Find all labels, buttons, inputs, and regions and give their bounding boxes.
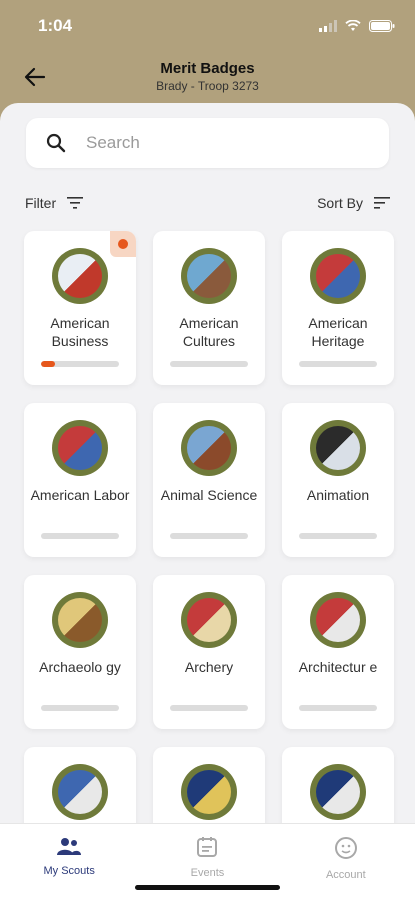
merit-badge-icon	[181, 420, 237, 476]
badge-card[interactable]: Animal Science	[153, 403, 265, 557]
badge-label: American Business	[50, 315, 110, 349]
progress-bar	[41, 361, 119, 367]
badge-card[interactable]: Archaeolo gy	[24, 575, 136, 729]
badge-emblem	[187, 426, 231, 470]
badge-emblem	[58, 426, 102, 470]
page-title: Merit Badges	[160, 60, 255, 77]
badge-card[interactable]: American Labor	[24, 403, 136, 557]
badge-label: Animal Science	[160, 487, 258, 503]
merit-badge-icon	[310, 248, 366, 304]
sort-label: Sort By	[317, 195, 363, 211]
badge-emblem	[58, 770, 102, 814]
merit-badge-icon	[181, 248, 237, 304]
badge-label: American Cultures	[179, 315, 239, 349]
merit-badge-icon	[310, 420, 366, 476]
merit-badge-icon	[181, 592, 237, 648]
progress-bar	[41, 705, 119, 711]
progress-bar	[170, 361, 248, 367]
badge-grid: American Business American Cultures Americ…	[24, 231, 394, 823]
status-dot-icon	[118, 239, 128, 249]
badge-card[interactable]	[153, 747, 265, 823]
progress-bar	[170, 533, 248, 539]
status-time: 1:04	[38, 16, 73, 35]
badge-emblem	[316, 598, 360, 642]
progress-bar	[299, 705, 377, 711]
progress-fill	[41, 361, 56, 367]
badge-card[interactable]: American Cultures	[153, 231, 265, 385]
tab-my-scouts[interactable]: My Scouts	[0, 824, 138, 900]
sort-icon	[374, 197, 390, 209]
badge-label: Archery	[184, 659, 234, 675]
badge-emblem	[316, 254, 360, 298]
merit-badge-icon	[310, 592, 366, 648]
search-input[interactable]	[86, 133, 326, 153]
calendar-icon	[196, 836, 218, 861]
filter-icon	[67, 197, 84, 209]
merit-badge-icon	[52, 592, 108, 648]
badge-emblem	[187, 254, 231, 298]
content-sheet: Filter Sort By American BusinessAmerican…	[0, 103, 415, 823]
badge-emblem	[58, 254, 102, 298]
badge-emblem	[187, 598, 231, 642]
battery-icon	[369, 20, 395, 32]
wifi-icon	[345, 20, 361, 31]
sort-button[interactable]: Sort By	[317, 195, 391, 211]
badge-label: American Labor	[30, 487, 130, 503]
badge-card[interactable]: Archery	[153, 575, 265, 729]
badge-card[interactable]	[24, 747, 136, 823]
badge-card[interactable]: American Heritage	[282, 231, 394, 385]
header-title-group: Merit Badges Brady - Troop 3273	[0, 60, 415, 93]
search-bar[interactable]	[26, 118, 389, 168]
account-icon	[334, 836, 358, 863]
progress-bar	[299, 361, 377, 367]
merit-badge-icon	[52, 764, 108, 820]
search-icon	[46, 133, 66, 153]
badge-card[interactable]: Architectur e	[282, 575, 394, 729]
badge-label: Architectur e	[298, 659, 378, 675]
merit-badge-icon	[52, 248, 108, 304]
badge-card[interactable]: Animation	[282, 403, 394, 557]
home-indicator	[135, 885, 280, 890]
filter-button[interactable]: Filter	[25, 195, 84, 211]
badge-label: Archaeolo gy	[39, 659, 121, 675]
filter-label: Filter	[25, 195, 57, 211]
badge-emblem	[316, 770, 360, 814]
badge-label: American Heritage	[308, 315, 368, 349]
tab-label: Events	[190, 867, 225, 879]
merit-badge-icon	[181, 764, 237, 820]
merit-badge-icon	[310, 764, 366, 820]
badge-emblem	[187, 770, 231, 814]
tab-label: Account	[325, 869, 366, 881]
tab-account[interactable]: Account	[277, 824, 415, 900]
progress-bar	[299, 533, 377, 539]
badge-emblem	[58, 598, 102, 642]
signal-icon	[319, 20, 337, 32]
tab-label: My Scouts	[43, 865, 95, 877]
in-progress-indicator	[110, 231, 136, 257]
people-icon	[57, 836, 82, 859]
filter-sort-toolbar: Filter Sort By	[25, 193, 391, 213]
merit-badge-icon	[52, 420, 108, 476]
badge-card[interactable]: American Business	[24, 231, 136, 385]
page-subtitle: Brady - Troop 3273	[156, 79, 259, 93]
badge-label: Animation	[306, 487, 370, 503]
progress-bar	[170, 705, 248, 711]
progress-bar	[41, 533, 119, 539]
status-bar: 1:04	[38, 14, 395, 38]
badge-emblem	[316, 426, 360, 470]
badge-card[interactable]	[282, 747, 394, 823]
status-icons	[319, 20, 395, 32]
